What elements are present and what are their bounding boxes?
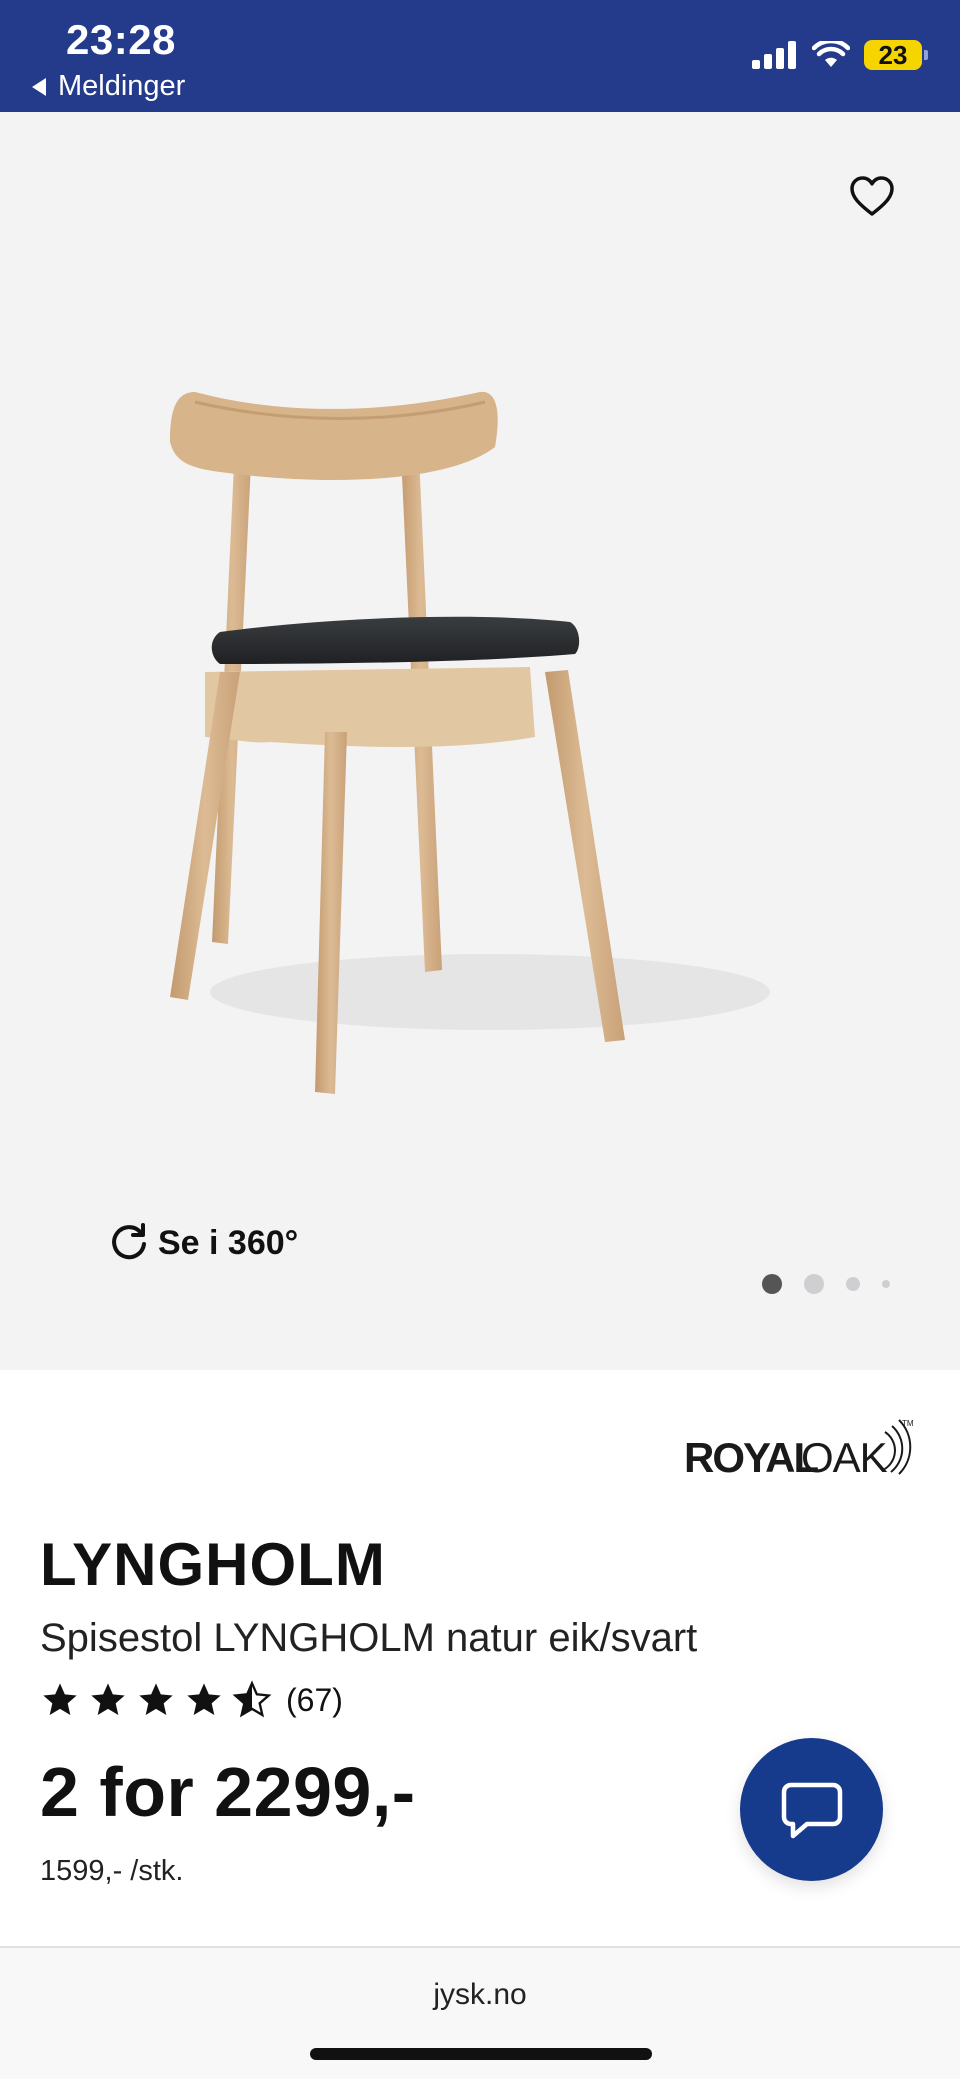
battery-icon: 23 <box>864 40 928 70</box>
view-360-button[interactable]: Se i 360° <box>108 1222 298 1264</box>
rotate-360-icon <box>112 1223 146 1260</box>
unit-price: 1599,- /stk. <box>40 1855 184 1887</box>
view-360-label: Se i 360° <box>158 1223 299 1262</box>
product-rating[interactable]: (67) <box>40 1680 343 1720</box>
carousel-indicator <box>762 1274 890 1294</box>
star-half-icon <box>232 1680 272 1718</box>
carousel-dot-3[interactable] <box>846 1277 860 1291</box>
carousel-dot-4[interactable] <box>882 1280 890 1288</box>
carousel-dot-2[interactable] <box>804 1274 824 1294</box>
star-icon <box>187 1683 221 1715</box>
chair-product-image <box>170 391 770 1094</box>
home-indicator[interactable] <box>310 2048 652 2060</box>
product-image-carousel[interactable]: Se i 360° <box>0 112 960 1370</box>
rating-count: (67) <box>286 1681 343 1718</box>
royal-oak-logo: ROYAL OAK TM <box>684 1419 914 1480</box>
star-icon <box>91 1683 125 1715</box>
favorite-button[interactable] <box>842 166 902 226</box>
product-name: LYNGHOLM <box>40 1531 386 1598</box>
carousel-dot-1[interactable] <box>762 1274 782 1294</box>
wifi-icon <box>812 41 850 67</box>
signal-icon <box>752 41 796 69</box>
star-icon <box>139 1683 173 1715</box>
status-icons: 23 <box>752 40 928 70</box>
back-arrow-icon <box>32 77 46 96</box>
browser-bar: jysk.no <box>0 1946 960 2079</box>
product-description: Spisestol LYNGHOLM natur eik/svart <box>40 1616 698 1660</box>
svg-text:ROYAL: ROYAL <box>684 1434 818 1480</box>
svg-text:TM: TM <box>902 1419 914 1428</box>
star-icon <box>43 1683 77 1715</box>
heart-icon <box>850 176 894 216</box>
svg-text:OAK: OAK <box>801 1434 888 1480</box>
status-bar: 23:28 Meldinger 23 <box>0 0 960 112</box>
price: 2 for 2299,- <box>40 1753 416 1831</box>
url-label[interactable]: jysk.no <box>0 1978 960 2012</box>
chat-icon <box>781 1782 842 1838</box>
back-to-messages-link[interactable]: Meldinger <box>32 70 185 103</box>
status-time: 23:28 <box>66 16 176 63</box>
chat-button[interactable] <box>740 1738 883 1881</box>
back-label: Meldinger <box>58 70 186 102</box>
